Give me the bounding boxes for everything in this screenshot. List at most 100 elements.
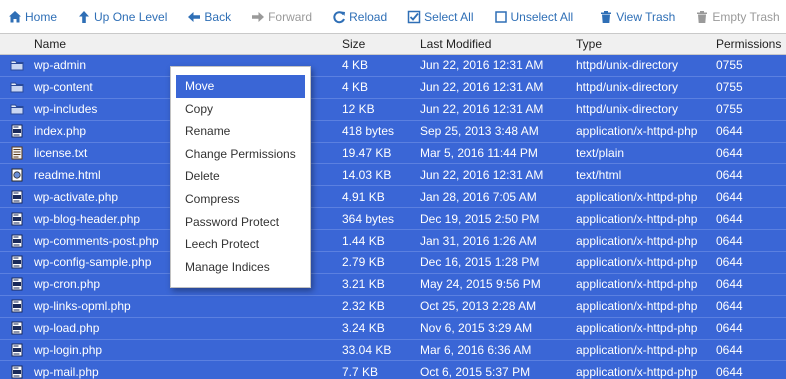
- view-trash-label: View Trash: [616, 9, 676, 24]
- file-size: 2.79 KB: [342, 255, 385, 270]
- file-permissions[interactable]: 0644: [716, 321, 786, 335]
- file-permissions[interactable]: 0644: [716, 255, 786, 269]
- column-header-permissions[interactable]: Permissions: [716, 37, 786, 51]
- table-row[interactable]: wp-config-sample.php 2.79 KB Dec 16, 2015 …: [0, 252, 786, 274]
- view-trash-button[interactable]: View Trash: [599, 0, 675, 33]
- home-button[interactable]: Home: [8, 0, 57, 33]
- reload-button[interactable]: Reload: [332, 0, 387, 33]
- unselect-all-button[interactable]: Unselect All: [494, 0, 573, 33]
- checkbox-checked-icon: [407, 10, 421, 24]
- column-header-name[interactable]: Name: [34, 37, 342, 51]
- table-row[interactable]: index.php 418 bytes Sep 25, 2013 3:48 AM ap…: [0, 120, 786, 143]
- column-header-type[interactable]: Type: [576, 37, 716, 51]
- file-permissions[interactable]: 0644: [716, 168, 786, 182]
- file-type: application/x-httpd-php: [576, 189, 698, 204]
- context-menu-item-copy[interactable]: Copy: [176, 98, 305, 121]
- php-file-icon: [0, 343, 34, 357]
- file-permissions[interactable]: 0644: [716, 234, 786, 248]
- file-type: application/x-httpd-php: [576, 321, 698, 336]
- file-type: application/x-httpd-php: [576, 299, 698, 314]
- folder-icon: [0, 58, 34, 72]
- file-modified: Mar 6, 2016 6:36 AM: [420, 343, 532, 358]
- file-modified: Jun 22, 2016 12:31 AM: [420, 80, 544, 95]
- file-size: 4.91 KB: [342, 189, 385, 204]
- up-one-level-label: Up One Level: [94, 9, 168, 24]
- php-file-icon: [0, 255, 34, 269]
- context-menu-item-delete[interactable]: Delete: [176, 165, 305, 188]
- file-permissions[interactable]: 0755: [716, 102, 786, 116]
- file-type: text/plain: [576, 146, 625, 160]
- table-row[interactable]: wp-cron.php 3.21 KB May 24, 2015 9:56 PM ap…: [0, 273, 786, 296]
- table-row[interactable]: wp-content 4 KB Jun 22, 2016 12:31 AM httpd…: [0, 76, 786, 99]
- table-row[interactable]: wp-blog-header.php 364 bytes Dec 19, 2015 …: [0, 208, 786, 231]
- file-modified: Dec 19, 2015 2:50 PM: [420, 211, 540, 226]
- php-file-icon: [0, 299, 34, 313]
- file-size: 3.24 KB: [342, 321, 385, 336]
- column-header-last-modified[interactable]: Last Modified: [420, 37, 576, 51]
- file-name[interactable]: wp-load.php: [34, 321, 342, 335]
- file-modified: Jun 22, 2016 12:31 AM: [420, 102, 544, 117]
- file-size: 12 KB: [342, 102, 375, 117]
- file-permissions[interactable]: 0644: [716, 365, 786, 379]
- file-modified: Jun 22, 2016 12:31 AM: [420, 167, 544, 182]
- file-name[interactable]: wp-links-opml.php: [34, 299, 342, 313]
- file-name[interactable]: wp-login.php: [34, 343, 342, 357]
- file-permissions[interactable]: 0644: [716, 190, 786, 204]
- php-file-icon: [0, 212, 34, 226]
- context-menu-item-leech-protect[interactable]: Leech Protect: [176, 233, 305, 256]
- file-type: httpd/unix-directory: [576, 102, 679, 117]
- table-row[interactable]: wp-admin 4 KB Jun 22, 2016 12:31 AM httpd/u…: [0, 55, 786, 77]
- file-permissions[interactable]: 0755: [716, 80, 786, 94]
- file-modified: Oct 6, 2015 5:37 PM: [420, 364, 531, 379]
- context-menu-item-move[interactable]: Move: [176, 75, 305, 98]
- empty-trash-button[interactable]: Empty Trash: [695, 0, 780, 33]
- file-type: application/x-httpd-php: [576, 277, 698, 292]
- back-button[interactable]: Back: [187, 0, 231, 33]
- arrow-up-icon: [77, 10, 91, 24]
- context-menu-item-rename[interactable]: Rename: [176, 120, 305, 143]
- file-modified: Jan 28, 2016 7:05 AM: [420, 189, 537, 204]
- file-permissions[interactable]: 0755: [716, 58, 786, 72]
- file-type: application/x-httpd-php: [576, 124, 698, 139]
- file-modified: Oct 25, 2013 2:28 AM: [420, 299, 537, 314]
- trash-icon: [599, 10, 613, 24]
- file-permissions[interactable]: 0644: [716, 277, 786, 291]
- table-row[interactable]: license.txt 19.47 KB Mar 5, 2016 11:44 PM t…: [0, 142, 786, 165]
- file-permissions[interactable]: 0644: [716, 146, 786, 160]
- back-label: Back: [204, 9, 232, 24]
- file-size: 1.44 KB: [342, 233, 385, 248]
- table-row[interactable]: readme.html 14.03 KB Jun 22, 2016 12:31 AM…: [0, 164, 786, 187]
- file-permissions[interactable]: 0644: [716, 299, 786, 313]
- file-permissions[interactable]: 0644: [716, 124, 786, 138]
- table-row[interactable]: wp-load.php 3.24 KB Nov 6, 2015 3:29 AM app…: [0, 317, 786, 340]
- table-row[interactable]: wp-comments-post.php 1.44 KB Jan 31, 2016 …: [0, 230, 786, 253]
- table-row[interactable]: wp-activate.php 4.91 KB Jan 28, 2016 7:05 …: [0, 186, 786, 209]
- arrow-left-icon: [187, 10, 201, 24]
- trash-icon: [695, 10, 709, 24]
- file-permissions[interactable]: 0644: [716, 212, 786, 226]
- table-row[interactable]: wp-includes 12 KB Jun 22, 2016 12:31 AM htt…: [0, 98, 786, 121]
- file-modified: Jun 22, 2016 12:31 AM: [420, 58, 544, 73]
- table-row[interactable]: wp-links-opml.php 2.32 KB Oct 25, 2013 2:2…: [0, 295, 786, 318]
- context-menu-item-password-protect[interactable]: Password Protect: [176, 211, 305, 234]
- forward-label: Forward: [268, 9, 313, 24]
- column-header-size[interactable]: Size: [342, 37, 420, 51]
- select-all-button[interactable]: Select All: [407, 0, 474, 33]
- file-type: application/x-httpd-php: [576, 211, 698, 226]
- context-menu-item-change-permissions[interactable]: Change Permissions: [176, 143, 305, 166]
- file-modified: Sep 25, 2013 3:48 AM: [420, 124, 539, 139]
- file-size: 364 bytes: [342, 211, 395, 226]
- table-row[interactable]: wp-login.php 33.04 KB Mar 6, 2016 6:36 AM a…: [0, 339, 786, 362]
- context-menu: Move Copy Rename Change Permissions Delete Co…: [170, 66, 311, 288]
- context-menu-item-manage-indices[interactable]: Manage Indices: [176, 256, 305, 279]
- context-menu-item-compress[interactable]: Compress: [176, 188, 305, 211]
- file-permissions[interactable]: 0644: [716, 343, 786, 357]
- select-all-label: Select All: [424, 9, 474, 24]
- file-size: 4 KB: [342, 58, 369, 73]
- forward-button[interactable]: Forward: [251, 0, 312, 33]
- file-name[interactable]: wp-mail.php: [34, 365, 342, 379]
- file-type: application/x-httpd-php: [576, 343, 698, 358]
- up-one-level-button[interactable]: Up One Level: [77, 0, 167, 33]
- php-file-icon: [0, 365, 34, 379]
- table-row[interactable]: wp-mail.php 7.7 KB Oct 6, 2015 5:37 PM appl…: [0, 361, 786, 379]
